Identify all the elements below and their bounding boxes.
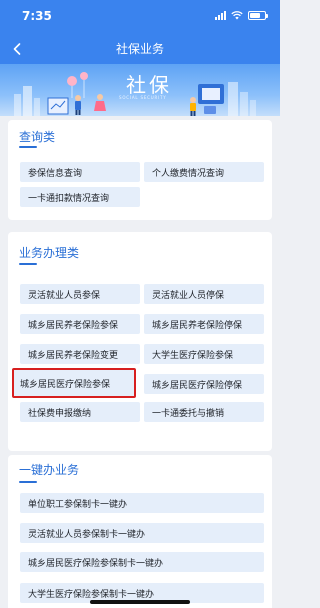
query-button[interactable]: 个人缴费情况查询 bbox=[144, 162, 264, 182]
business-button[interactable]: 城乡居民养老保险参保 bbox=[20, 314, 140, 334]
banner: 社保 SOCIAL SECURITY bbox=[0, 64, 280, 116]
business-button[interactable]: 灵活就业人员停保 bbox=[144, 284, 264, 304]
business-section: 业务办理类 灵活就业人员参保 灵活就业人员停保 城乡居民养老保险参保 城乡居民养… bbox=[8, 232, 272, 451]
header-bar: 7:35 社保业务 bbox=[0, 0, 280, 64]
oneclick-button[interactable]: 单位职工参保制卡一键办 bbox=[20, 493, 264, 513]
section-title: 业务办理类 bbox=[19, 246, 80, 260]
page-title: 社保业务 bbox=[115, 42, 164, 56]
nav-bar: 社保业务 bbox=[0, 36, 280, 62]
query-section: 查询类 参保信息查询 个人缴费情况查询 一卡通扣款情况查询 bbox=[8, 120, 272, 220]
query-button[interactable]: 参保信息查询 bbox=[20, 162, 140, 182]
section-title: 查询类 bbox=[19, 130, 56, 144]
section-title: 一键办业务 bbox=[19, 463, 80, 477]
battery-icon bbox=[248, 10, 268, 20]
query-button[interactable]: 一卡通扣款情况查询 bbox=[20, 187, 140, 207]
section-underline bbox=[19, 146, 37, 148]
oneclick-button[interactable]: 灵活就业人员参保制卡一键办 bbox=[20, 523, 264, 543]
business-button[interactable]: 社保费申报缴纳 bbox=[20, 402, 140, 422]
home-indicator[interactable] bbox=[90, 600, 190, 604]
banner-subtitle: SOCIAL SECURITY bbox=[119, 95, 167, 100]
business-button[interactable]: 城乡居民养老保险变更 bbox=[20, 344, 140, 364]
oneclick-section: 一键办业务 单位职工参保制卡一键办 灵活就业人员参保制卡一键办 城乡居民医疗保险… bbox=[8, 455, 272, 608]
status-time: 7:35 bbox=[22, 9, 52, 23]
section-underline bbox=[19, 263, 37, 265]
business-button[interactable]: 灵活就业人员参保 bbox=[20, 284, 140, 304]
business-button[interactable]: 大学生医疗保险参保 bbox=[144, 344, 264, 364]
highlighted-business-button[interactable]: 城乡居民医疗保险参保 bbox=[12, 368, 136, 398]
business-button[interactable]: 城乡居民养老保险停保 bbox=[144, 314, 264, 334]
business-button[interactable]: 一卡通委托与撤销 bbox=[144, 402, 264, 422]
status-bar: 7:35 bbox=[0, 0, 280, 30]
oneclick-button[interactable]: 城乡居民医疗保险参保制卡一键办 bbox=[20, 552, 264, 572]
wifi-icon bbox=[231, 10, 243, 19]
cellular-signal-icon bbox=[215, 10, 226, 20]
business-button[interactable]: 城乡居民医疗保险停保 bbox=[144, 374, 264, 394]
status-icons bbox=[215, 10, 268, 20]
banner-title: 社保 bbox=[126, 73, 172, 97]
section-underline bbox=[19, 481, 37, 483]
